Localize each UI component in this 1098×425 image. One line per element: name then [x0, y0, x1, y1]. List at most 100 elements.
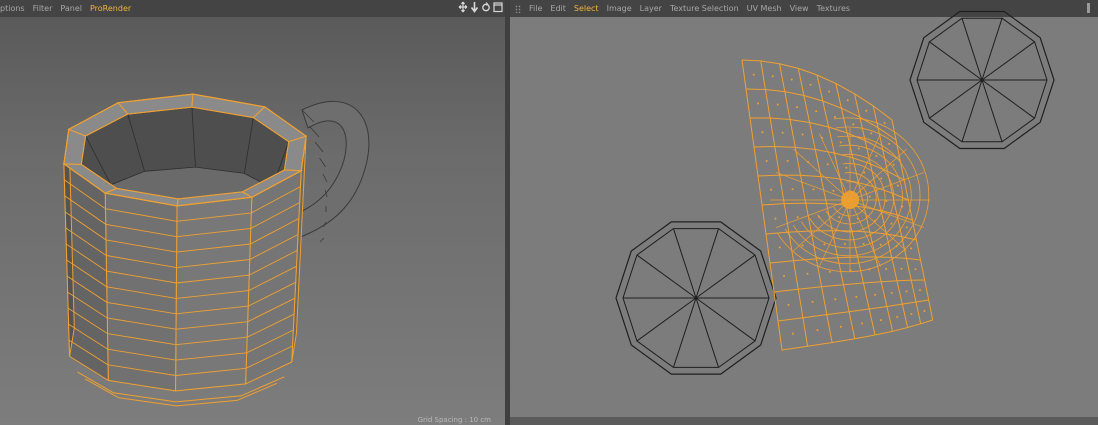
uv-face-dot: [892, 163, 895, 166]
uv-face-dot: [761, 131, 764, 134]
uv-face-dot: [862, 242, 865, 245]
uv-wall-col: [835, 83, 894, 332]
uv-face-dot: [910, 247, 913, 250]
uv-face-dot: [843, 242, 846, 245]
uv-face-dot: [846, 99, 849, 102]
uv-face-dot: [861, 322, 864, 325]
uv-face-dot: [896, 315, 899, 318]
uv-spoke: [636, 297, 697, 342]
uv-face-dot: [826, 163, 829, 166]
uv-face-dot: [811, 300, 814, 303]
uv-spoke: [672, 228, 697, 299]
3d-scene[interactable]: [0, 0, 505, 425]
uv-wall-row: [781, 319, 933, 351]
uv-face-dot: [910, 312, 913, 315]
grid-spacing-label: Grid Spacing : 10 cm: [417, 416, 491, 424]
uv-face-dot: [787, 303, 790, 306]
uv-face-dot: [905, 290, 908, 293]
uv-spoke: [961, 79, 983, 142]
uv-face-dot: [905, 226, 908, 229]
uv-face-dot: [839, 325, 842, 328]
uv-face-dot: [806, 272, 809, 275]
uv-face-dot: [852, 123, 855, 126]
uv-wall-col: [741, 59, 783, 351]
uv-spoke: [636, 254, 697, 299]
uv-cap-polygons[interactable]: [615, 10, 1055, 375]
uv-canvas[interactable]: [510, 0, 1098, 425]
uv-spoke: [981, 79, 1035, 119]
uv-spoke: [961, 18, 983, 81]
uv-face-dot: [757, 102, 760, 105]
uv-spoke: [695, 297, 720, 368]
uv-face-dot: [896, 184, 899, 187]
uv-face-dot: [791, 332, 794, 335]
uv-face-dot: [868, 195, 871, 198]
uv-face-dot: [786, 159, 789, 162]
handle-edge: [319, 237, 325, 243]
uv-spoke: [695, 254, 756, 299]
uv-spoke: [929, 41, 983, 81]
uv-face-dot: [914, 268, 917, 271]
uv-face-dot: [770, 188, 773, 191]
uv-statusbar: [510, 417, 1098, 425]
mug-mesh[interactable]: [62, 93, 370, 407]
uv-handle-spoke: [793, 148, 851, 201]
uv-face-dot: [875, 154, 878, 157]
handle-edge: [314, 141, 324, 153]
uv-handle-pinch: [841, 191, 859, 209]
uv-face-dot: [783, 275, 786, 278]
uv-face-dot: [885, 267, 888, 270]
uv-face-dot: [834, 298, 837, 301]
uv-face-dot: [879, 319, 882, 322]
uv-face-dot: [828, 270, 831, 273]
uv-face-dot: [832, 189, 835, 192]
handle-edge: [322, 173, 328, 183]
uv-face-dot: [774, 217, 777, 220]
uv-spoke: [695, 228, 720, 299]
uv-face-dot: [778, 246, 781, 249]
uv-face-dot: [796, 106, 799, 109]
uv-face-dot: [833, 116, 836, 118]
uv-face-dot: [845, 166, 848, 169]
uv-handle-spoke: [793, 199, 851, 252]
uv-face-dot: [880, 177, 883, 180]
uv-face-dot: [890, 222, 893, 225]
uv-face-dot: [900, 267, 903, 270]
uv-face-dot: [790, 78, 793, 81]
uv-face-dot: [879, 243, 882, 246]
mug-handle: [297, 100, 370, 239]
uv-face-dot: [839, 141, 842, 144]
uv-handle-spoke: [849, 199, 907, 252]
uv-face-dot: [838, 216, 841, 219]
uv-face-dot: [923, 309, 926, 312]
uv-face-dot: [855, 295, 858, 298]
uv-face-dot: [765, 160, 768, 163]
uv-face-dot: [890, 291, 893, 294]
uv-spoke: [981, 79, 1003, 142]
uv-face-dot: [863, 171, 866, 174]
3d-viewport[interactable]: ptions Filter Panel ProRender Grid Spaci…: [0, 0, 505, 425]
uv-face-dot: [828, 90, 831, 93]
uv-wall-row: [745, 88, 897, 141]
uv-spoke: [929, 79, 983, 119]
uv-editor[interactable]: File Edit Select Image Layer Texture Sel…: [510, 0, 1098, 425]
uv-face-dot: [888, 142, 891, 145]
uv-face-dot: [791, 188, 794, 191]
uv-face-dot: [865, 109, 868, 112]
handle-edge: [308, 125, 320, 138]
handle-edge: [319, 157, 326, 168]
uv-face-dot: [771, 75, 774, 78]
uv-spoke: [981, 41, 1035, 81]
uv-spoke: [695, 297, 756, 342]
uv-face-dot: [801, 133, 804, 136]
uv-face-dot: [796, 216, 799, 219]
uv-face-dot: [883, 121, 886, 124]
uv-face-dot: [776, 103, 779, 106]
uv-face-dot: [812, 188, 815, 191]
uv-face-dot: [857, 147, 860, 150]
uv-face-dot: [823, 243, 826, 246]
uv-face-dot: [918, 289, 921, 292]
mug-body-face: [104, 192, 178, 392]
uv-face-dot: [816, 329, 819, 332]
uv-face-dot: [874, 293, 877, 296]
